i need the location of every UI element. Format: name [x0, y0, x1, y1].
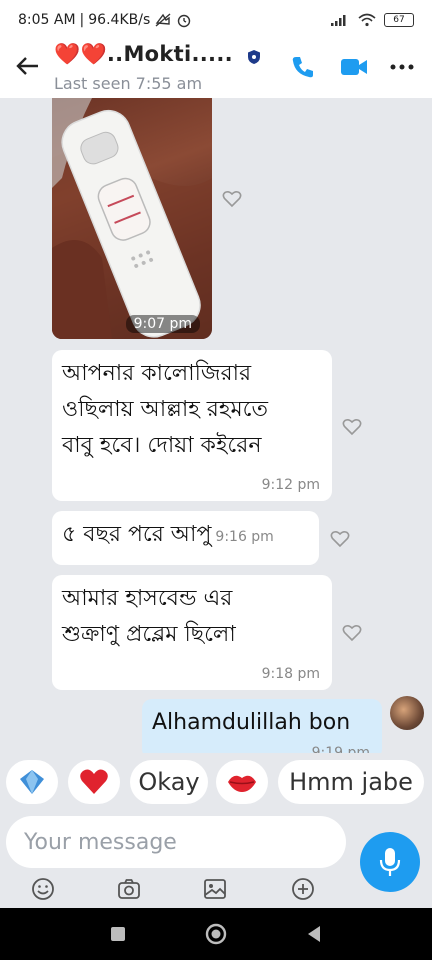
- avatar[interactable]: [390, 696, 424, 730]
- image-message[interactable]: 9:07 pm: [52, 98, 212, 339]
- message-time: 9:16 pm: [215, 529, 274, 545]
- outgoing-message-bubble[interactable]: Alhamdulillah bon 9:19 pm: [142, 699, 382, 753]
- add-icon[interactable]: [290, 876, 316, 902]
- kiss-reply-chip[interactable]: [216, 760, 268, 804]
- gallery-icon[interactable]: [202, 876, 228, 902]
- back-nav-icon[interactable]: [302, 922, 326, 946]
- pregnancy-test-photo: [52, 98, 212, 339]
- status-speed: 96.4KB/s: [88, 12, 151, 28]
- recent-apps-icon[interactable]: [106, 922, 130, 946]
- mute-icon: [155, 13, 171, 27]
- emoji-icon[interactable]: [30, 876, 56, 902]
- heart-reaction-icon[interactable]: [342, 418, 362, 436]
- message-text-line: শুক্রাণু প্রব্লেম ছিলো: [62, 622, 236, 647]
- message-input[interactable]: [6, 816, 346, 868]
- status-time: 8:05 AM: [18, 12, 76, 28]
- sticker-chip[interactable]: [6, 760, 58, 804]
- message-text-line: আপনার কালোজিরার: [62, 361, 252, 386]
- red-heart-icon: [80, 769, 108, 794]
- alarm-icon: [178, 14, 191, 28]
- okay-reply-chip[interactable]: Okay: [130, 760, 208, 804]
- heart-reaction-icon[interactable]: [342, 624, 362, 642]
- contact-name[interactable]: ❤️❤️..Mokti.....: [54, 42, 233, 67]
- back-arrow-icon[interactable]: [14, 52, 42, 80]
- heart-reaction-icon[interactable]: [330, 530, 350, 548]
- message-text: Alhamdulillah bon: [152, 710, 351, 735]
- lips-icon: [228, 775, 256, 792]
- message-text-line: আমার হাসবেন্ড এর: [62, 586, 233, 611]
- status-bar: 8:05 AM | 96.4KB/s 67: [0, 0, 432, 40]
- chat-area[interactable]: 9:07 pm আপনার কালোজিরার ওছিলায় আল্লাহ র…: [0, 98, 432, 753]
- status-right: 67: [330, 13, 414, 27]
- more-options-icon[interactable]: [388, 54, 416, 80]
- contact-name-hearts: ❤️❤️: [54, 42, 107, 66]
- message-time: 9:07 pm: [125, 315, 200, 333]
- diamond-sticker-icon: [20, 770, 44, 794]
- last-seen: Last seen 7:55 am: [54, 74, 203, 93]
- battery-level: 67: [393, 15, 405, 25]
- camera-icon[interactable]: [116, 876, 142, 902]
- quick-replies: Okay Hmm jabe: [0, 756, 432, 810]
- shield-icon: [248, 50, 260, 64]
- message-time: 9:19 pm: [311, 745, 370, 753]
- home-icon[interactable]: [204, 922, 228, 946]
- chat-header: ❤️❤️..Mokti..... Last seen 7:55 am: [0, 40, 432, 98]
- status-left: 8:05 AM | 96.4KB/s: [18, 12, 192, 28]
- system-nav-bar: [0, 908, 432, 960]
- message-bubble[interactable]: আমার হাসবেন্ড এর শুক্রাণু প্রব্লেম ছিলো …: [52, 575, 332, 690]
- status-separator: |: [79, 12, 85, 28]
- battery-indicator: 67: [384, 13, 414, 27]
- wifi-icon: [358, 13, 376, 27]
- chip-label: Okay: [138, 768, 200, 796]
- message-text: ৫ বছর পরে আপু: [62, 522, 212, 547]
- message-composer: [6, 816, 346, 868]
- heart-reply-chip[interactable]: [68, 760, 120, 804]
- contact-name-text: ..Mokti.....: [106, 42, 233, 66]
- video-call-icon[interactable]: [340, 56, 368, 78]
- hmm-reply-chip[interactable]: Hmm jabe: [278, 760, 424, 804]
- message-time: 9:12 pm: [261, 477, 320, 493]
- message-time: 9:18 pm: [261, 666, 320, 682]
- message-text-line: বাবু হবে। দোয়া কইরেন: [62, 433, 262, 458]
- message-bubble[interactable]: ৫ বছর পরে আপু 9:16 pm: [52, 511, 319, 565]
- message-text-line: ওছিলায় আল্লাহ রহমতে: [62, 397, 269, 422]
- chip-label: Hmm jabe: [289, 768, 413, 796]
- message-bubble[interactable]: আপনার কালোজিরার ওছিলায় আল্লাহ রহমতে বাব…: [52, 350, 332, 501]
- phone-icon[interactable]: [290, 54, 316, 80]
- signal-icon: [331, 15, 346, 26]
- composer-toolbar: [0, 870, 432, 908]
- heart-reaction-icon[interactable]: [222, 190, 242, 208]
